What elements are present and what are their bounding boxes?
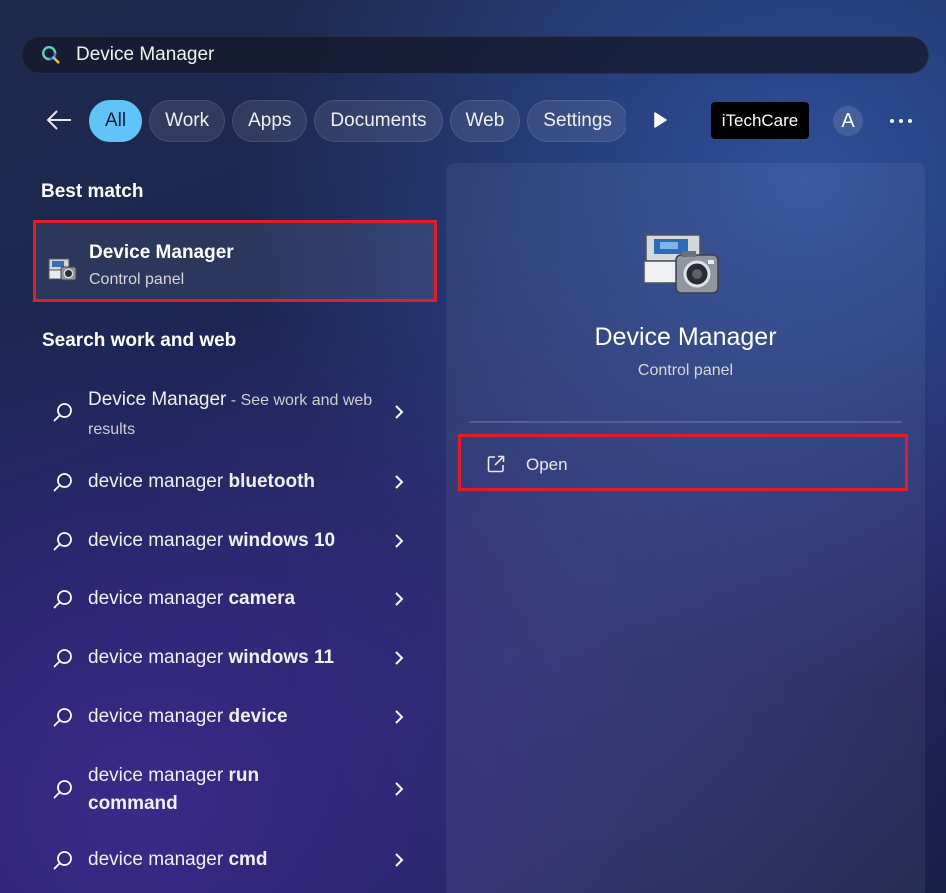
play-icon[interactable] <box>650 110 670 130</box>
web-section-heading: Search work and web <box>42 330 237 351</box>
search-icon <box>42 46 60 64</box>
web-result-text: device manager windows 10 <box>88 530 336 551</box>
open-external-icon <box>487 455 505 473</box>
web-result-text: Device Manager - See work and web result… <box>88 389 373 438</box>
filter-chip-documents[interactable]: Documents <box>314 100 443 142</box>
search-input[interactable]: Device Manager <box>76 44 214 66</box>
open-label: Open <box>526 455 568 474</box>
filter-chip-settings[interactable]: Settings <box>527 100 626 142</box>
brand-badge: iTechCare <box>711 102 809 139</box>
magnifier-icon <box>53 851 72 870</box>
back-arrow-icon[interactable] <box>44 107 74 133</box>
web-result-item[interactable]: device manager run command <box>42 762 422 818</box>
more-icon[interactable] <box>889 117 913 125</box>
chevron-right-icon <box>395 651 404 665</box>
chevron-right-icon <box>395 592 404 606</box>
detail-divider <box>469 421 902 423</box>
web-result-item[interactable]: device manager bluetooth <box>42 468 422 496</box>
chevron-right-icon <box>395 853 404 867</box>
search-bar[interactable]: Device Manager <box>21 36 929 74</box>
chevron-right-icon <box>395 710 404 724</box>
web-result-item[interactable]: device manager camera <box>42 585 422 613</box>
magnifier-icon <box>53 590 72 609</box>
magnifier-icon <box>53 708 72 727</box>
web-result-text: device manager windows 11 <box>88 647 335 668</box>
web-result-text: device manager device <box>88 706 288 727</box>
best-match-subtitle: Control panel <box>89 271 185 288</box>
detail-title: Device Manager <box>594 323 777 351</box>
magnifier-icon <box>53 403 72 422</box>
detail-panel: Device Manager Control panel Open <box>446 163 925 893</box>
web-result-item[interactable]: device manager device <box>42 703 422 731</box>
web-result-text: device manager camera <box>88 588 296 609</box>
avatar[interactable]: A <box>833 106 863 136</box>
filter-chip-web[interactable]: Web <box>449 100 521 142</box>
filter-chips: All Work Apps Documents Web Settings <box>89 98 626 144</box>
best-match-name: Device Manager <box>89 242 234 263</box>
filter-chip-work[interactable]: Work <box>149 100 226 142</box>
magnifier-icon <box>53 532 72 551</box>
device-manager-icon <box>643 234 719 294</box>
magnifier-icon <box>53 649 72 668</box>
web-result-item[interactable]: device manager windows 11 <box>42 644 422 672</box>
chevron-right-icon <box>395 475 404 489</box>
chevron-right-icon <box>395 782 404 796</box>
filter-chip-all[interactable]: All <box>89 100 143 142</box>
chevron-right-icon <box>395 534 404 548</box>
web-result-text: device manager cmd <box>88 849 268 870</box>
web-result-text: device manager run command <box>88 765 260 814</box>
web-result-text: device manager bluetooth <box>88 471 315 492</box>
magnifier-icon <box>53 473 72 492</box>
best-match-item[interactable]: Device Manager Control panel <box>33 220 437 302</box>
magnifier-icon <box>53 780 72 799</box>
device-manager-icon <box>48 258 77 281</box>
filter-chip-apps[interactable]: Apps <box>232 100 308 142</box>
best-match-heading: Best match <box>41 181 144 202</box>
web-result-item[interactable]: device manager windows 10 <box>42 527 422 555</box>
web-result-item[interactable]: device manager cmd <box>42 846 422 874</box>
detail-subtitle: Control panel <box>637 362 734 379</box>
open-action[interactable]: Open <box>458 434 908 491</box>
web-result-item[interactable]: Device Manager - See work and web result… <box>42 386 422 438</box>
chevron-right-icon <box>395 405 404 419</box>
